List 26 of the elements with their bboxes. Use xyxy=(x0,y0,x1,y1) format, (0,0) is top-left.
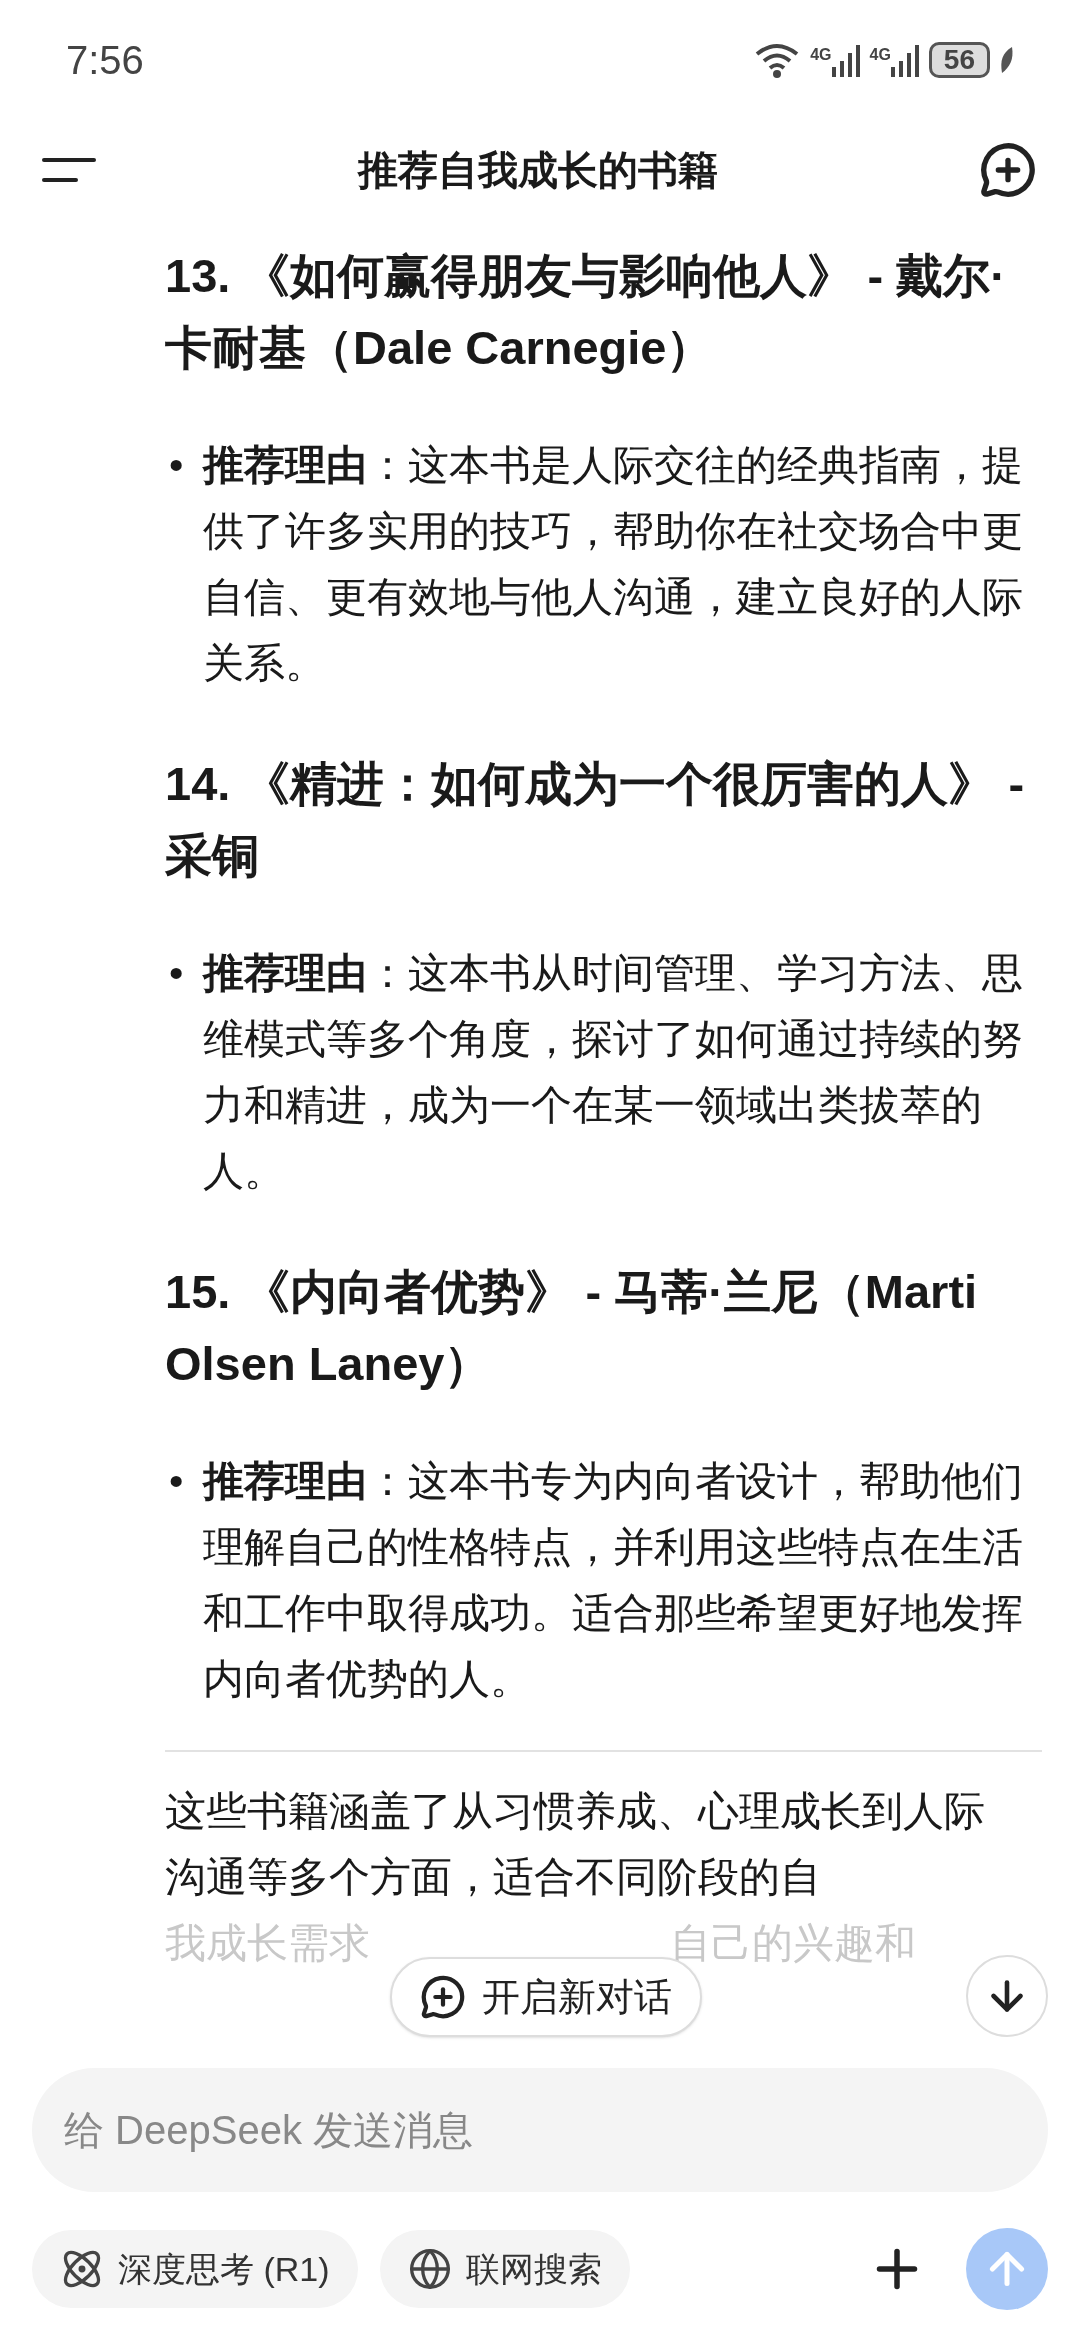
option-chip[interactable]: 联网搜索 xyxy=(379,2230,630,2308)
leaf-icon xyxy=(1000,47,1014,73)
new-chat-icon xyxy=(420,1974,466,2020)
book-heading: 15. 《内向者优势》 - 马蒂·兰尼（Marti Olsen Laney） xyxy=(165,1264,979,1392)
recommendation-text: 推荐理由：这本书从时间管理、学习方法、思维模式等多个角度，探讨了如何通过持续的努力和精进，成为一个在某一领域出类拔萃的人。 xyxy=(203,949,1024,1196)
wifi-icon xyxy=(754,42,801,78)
menu-icon xyxy=(42,157,96,183)
chat-title: 推荐自我成长的书籍 xyxy=(358,147,718,194)
globe-icon xyxy=(407,2247,452,2291)
new-chat-button[interactable] xyxy=(978,140,1038,200)
recommendation-text: 推荐理由：这本书是人际交往的经典指南，提供了许多实用的技巧，帮助你在社交场合中更自信、更有效地与他人沟通，建立良好的人际关系。 xyxy=(203,441,1024,688)
new-chat-icon xyxy=(979,141,1037,199)
signal-icon xyxy=(890,43,919,77)
recommendation-text: 推荐理由：这本书专为内向者设计，帮助他们理解自己的性格特点，并利用这些特点在生活和工作中取得成功。适合那些希望更好地发挥内向者优势的人。 xyxy=(203,1457,1024,1704)
summary-text: 这些书籍涵盖了从习惯养成、心理成长到人际沟通等多个方面，适合不同阶段的自 xyxy=(165,1787,986,1902)
bullet-marker: • xyxy=(168,441,185,490)
book-heading: 13. 《如何赢得朋友与影响他人》 - 戴尔·卡耐基（Dale Carnegie） xyxy=(165,248,1007,376)
bullet-marker: • xyxy=(168,1457,185,1506)
signal-icon xyxy=(831,43,860,77)
status-time: 7:56 xyxy=(66,37,144,84)
book-heading: 14. 《精进：如何成为一个很厉害的人》 - 采铜 xyxy=(165,756,1026,884)
network-label: 4G xyxy=(810,45,832,65)
bullet-marker: • xyxy=(168,949,185,998)
option-chip[interactable]: 深度思考 (R1) xyxy=(32,2230,358,2308)
network-label: 4G xyxy=(869,45,891,65)
battery-indicator: 56 xyxy=(928,42,990,78)
